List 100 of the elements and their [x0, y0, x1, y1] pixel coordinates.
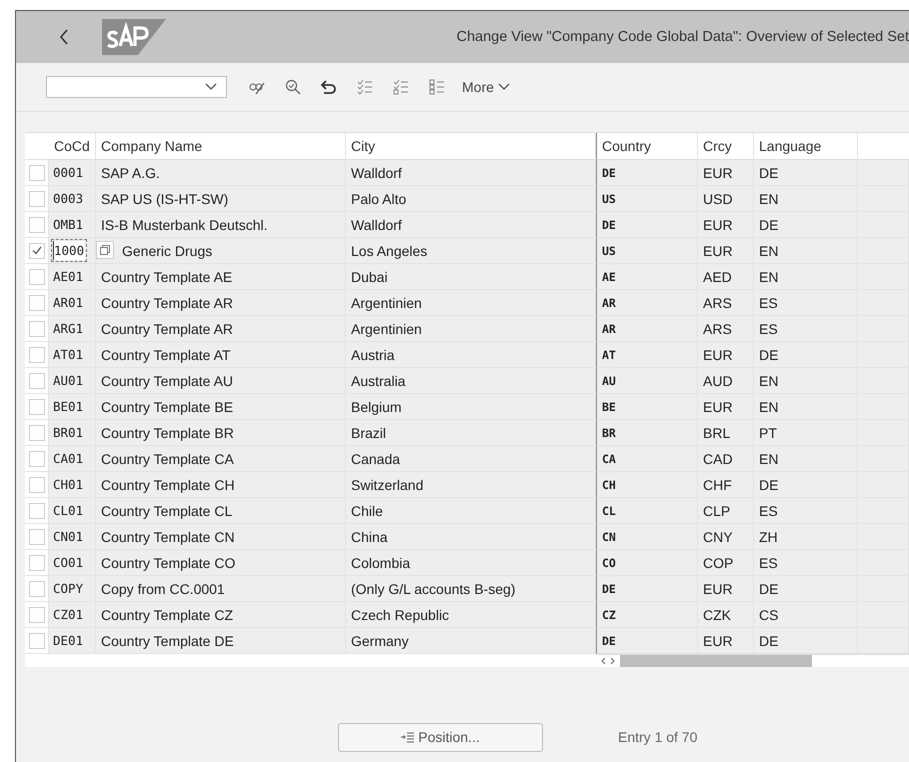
table-cell: DE — [759, 580, 778, 596]
table-row[interactable]: CH01 Country Template CH Switzerland CH CHF DE — [25, 472, 909, 498]
more-button[interactable]: More — [462, 79, 510, 95]
table-cell: AE — [602, 270, 616, 284]
row-checkbox[interactable] — [29, 164, 45, 180]
table-cell: PT — [759, 424, 777, 440]
table-row[interactable]: AE01 Country Template AE Dubai AE AED EN — [25, 264, 909, 290]
row-checkbox[interactable] — [29, 554, 45, 570]
table-cell: Country Template AU — [101, 372, 234, 388]
table-cell: Dubai — [351, 268, 388, 284]
table-cell: EN — [759, 242, 778, 258]
table-cell: ARS — [703, 294, 732, 310]
table-cell: SAP US (IS-HT-SW) — [101, 190, 228, 206]
table-row[interactable]: 1000 Generic Drugs Los Angeles US EUR EN — [25, 238, 909, 264]
table-cell: AT01 — [53, 347, 84, 362]
table-row[interactable]: CO01 Country Template CO Colombia CO COP ES — [25, 550, 909, 576]
table-cell: DE — [759, 164, 778, 180]
select-all-icon[interactable] — [356, 78, 374, 96]
table-cell: EUR — [703, 580, 733, 596]
copy-icon[interactable] — [96, 241, 114, 259]
table-row[interactable]: BE01 Country Template BE Belgium BE EUR EN — [25, 394, 909, 420]
table-row[interactable]: 0003 SAP US (IS-HT-SW) Palo Alto US USD EN — [25, 186, 909, 212]
table-cell: IS-B Musterbank Deutschl. — [101, 216, 268, 232]
table-cell: 0003 — [53, 191, 84, 206]
row-checkbox[interactable] — [29, 346, 45, 362]
table-cell: EUR — [703, 216, 733, 232]
table-cell: BR01 — [53, 425, 84, 440]
table-cell: CS — [759, 606, 778, 622]
table-cell: Argentinien — [351, 294, 422, 310]
row-checkbox[interactable] — [29, 320, 45, 336]
table-cell: CZ01 — [53, 607, 84, 622]
caret-icon — [204, 82, 218, 92]
row-checkbox[interactable] — [29, 242, 45, 258]
table-row[interactable]: CN01 Country Template CN China CN CNY ZH — [25, 524, 909, 550]
table-cell: Generic Drugs — [122, 242, 212, 258]
row-checkbox[interactable] — [29, 580, 45, 596]
row-checkbox[interactable] — [29, 294, 45, 310]
table-cell: OMB1 — [53, 217, 84, 232]
table-cell: EN — [759, 450, 778, 466]
table-row[interactable]: CA01 Country Template CA Canada CA CAD EN — [25, 446, 909, 472]
row-checkbox[interactable] — [29, 502, 45, 518]
deselect-all-icon[interactable] — [428, 78, 446, 96]
table-cell: USD — [703, 190, 733, 206]
row-checkbox[interactable] — [29, 632, 45, 648]
table-cell: CO01 — [53, 555, 84, 570]
table-cell: AED — [703, 268, 732, 284]
row-checkbox[interactable] — [29, 606, 45, 622]
table-cell: Los Angeles — [351, 242, 428, 258]
table-cell: Country Template CA — [101, 450, 234, 466]
table-cell: COPY — [53, 581, 84, 596]
row-checkbox[interactable] — [29, 372, 45, 388]
table-cell: COP — [703, 554, 734, 570]
scrollbar-thumb[interactable] — [620, 655, 812, 667]
table-row[interactable]: AU01 Country Template AU Australia AU AUD EN — [25, 368, 909, 394]
table-row[interactable]: CL01 Country Template CL Chile CL CLP ES — [25, 498, 909, 524]
table-cell: Chile — [351, 502, 383, 518]
position-button[interactable]: Position... — [338, 722, 543, 752]
search-icon[interactable] — [284, 78, 302, 96]
table-row[interactable]: OMB1 IS-B Musterbank Deutschl. Walldorf DE EUR DE — [25, 212, 909, 238]
table-cell: CH — [602, 478, 616, 492]
table-cell: SAP A.G. — [101, 164, 160, 180]
table-cell: Country Template CN — [101, 528, 235, 544]
table-row[interactable]: 0001 SAP A.G. Walldorf DE EUR DE — [25, 160, 909, 186]
entry-count: Entry 1 of 70 — [618, 729, 698, 745]
command-field[interactable] — [46, 76, 227, 98]
table-row[interactable]: DE01 Country Template DE Germany DE EUR DE — [25, 628, 909, 654]
table-cell: EN — [759, 398, 778, 414]
table-cell: China — [351, 528, 388, 544]
row-checkbox[interactable] — [29, 424, 45, 440]
table-cell: CNY — [703, 528, 733, 544]
undo-icon[interactable] — [320, 78, 338, 96]
table-row[interactable]: BR01 Country Template BR Brazil BR BRL PT — [25, 420, 909, 446]
table-cell: BE01 — [53, 399, 84, 414]
table-row[interactable]: CZ01 Country Template CZ Czech Republic CZ CZK CS — [25, 602, 909, 628]
row-checkbox[interactable] — [29, 450, 45, 466]
table-row[interactable]: ARG1 Country Template AR Argentinien AR ARS ES — [25, 316, 909, 342]
select-block-icon[interactable] — [392, 78, 410, 96]
table-cell: Country Template BR — [101, 424, 234, 440]
table-cell: CAD — [703, 450, 733, 466]
row-checkbox[interactable] — [29, 476, 45, 492]
row-checkbox[interactable] — [29, 216, 45, 232]
table-cell: DE — [602, 634, 616, 648]
table-cell: Belgium — [351, 398, 402, 414]
table-cell: Brazil — [351, 424, 386, 440]
row-checkbox[interactable] — [29, 528, 45, 544]
table-cell: DE01 — [53, 633, 84, 648]
table-cell: CHF — [703, 476, 732, 492]
table-cell: CLP — [703, 502, 730, 518]
row-checkbox[interactable] — [29, 190, 45, 206]
table-cell: Country Template AR — [101, 294, 234, 310]
row-checkbox[interactable] — [29, 268, 45, 284]
table-cell[interactable]: 1000 — [53, 241, 86, 260]
table-row[interactable]: COPY Copy from CC.0001 (Only G/L accounts B-seg) DE EUR DE — [25, 576, 909, 602]
table-cell: EUR — [703, 242, 733, 258]
table-cell: Copy from CC.0001 — [101, 580, 225, 596]
row-checkbox[interactable] — [29, 398, 45, 414]
table-row[interactable]: AR01 Country Template AR Argentinien AR ARS ES — [25, 290, 909, 316]
table-cell: Argentinien — [351, 320, 422, 336]
table-cell: EN — [759, 372, 778, 388]
table-row[interactable]: AT01 Country Template AT Austria AT EUR DE — [25, 342, 909, 368]
